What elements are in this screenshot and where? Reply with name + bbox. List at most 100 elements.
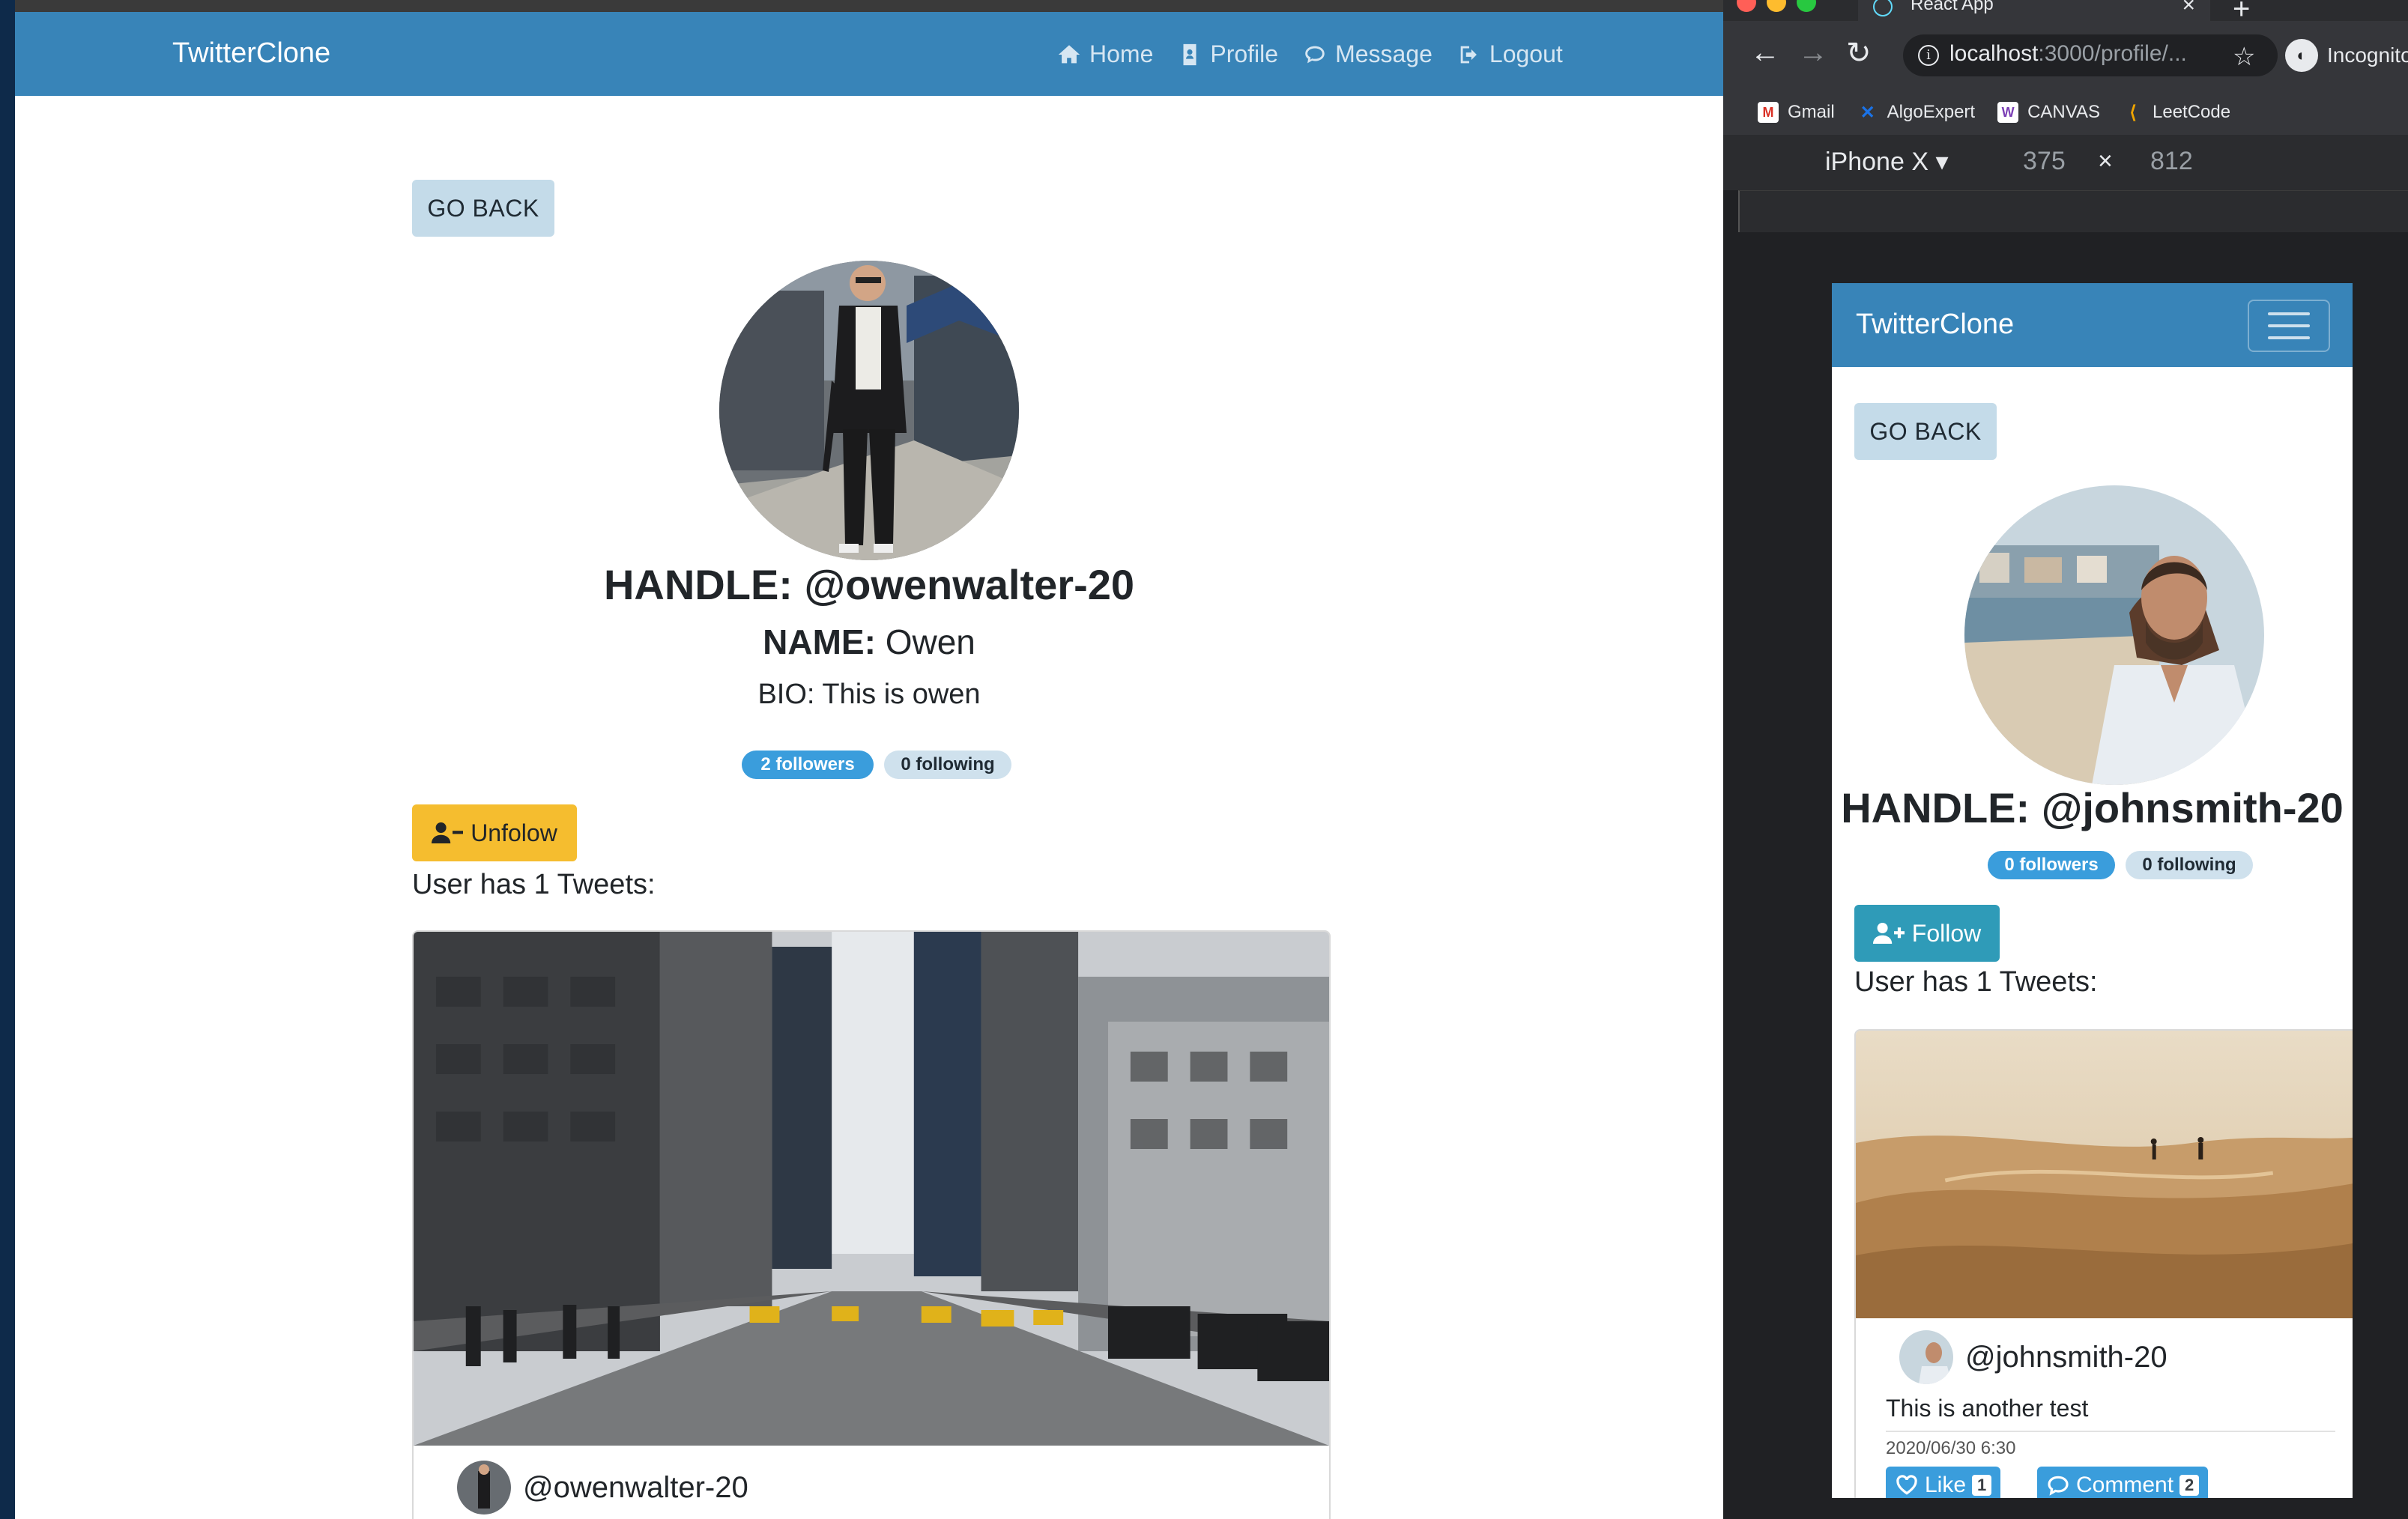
canvas-w-icon: W [1997,102,2019,123]
bookmark-algoexpert-label: AlgoExpert [1887,102,1976,122]
follow-button[interactable]: Follow [1854,905,2000,962]
browser-tab[interactable]: React App × [1858,0,2210,21]
emulator-bottom-bar [1723,1498,2408,1519]
bookmark-algoexpert[interactable]: ✕ AlgoExpert [1857,102,1975,123]
nav-profile-label: Profile [1210,40,1279,67]
browser-toolbar: ← → ↻ i localhost:3000/profile/... ☆ ◐ I… [1723,21,2408,90]
profile-handle: HANDLE: @owenwalter-20 [603,561,1135,608]
mobile-following-badge[interactable]: 0 following [2126,851,2253,879]
device-width[interactable]: 375 [2023,147,2066,176]
mobile-navbar: TwitterClone [1832,283,2353,367]
bookmark-leetcode[interactable]: ⟨ LeetCode [2123,102,2230,123]
comment-label: Comment [2076,1473,2174,1497]
following-badge[interactable]: 0 following [884,751,1011,779]
like-count: 1 [1972,1475,1992,1496]
address-bar[interactable]: i localhost:3000/profile/... [1903,34,2278,76]
user-plus-icon [1872,923,1905,944]
tab-bar: React App × + [1723,0,2408,25]
mobile-avatar-photo [1964,485,2264,785]
incognito-icon: ◐ [2285,39,2318,72]
device-toolbar: iPhone X ▾ 375 × 812 [1723,135,2408,190]
bookmark-leetcode-label: LeetCode [2153,102,2231,122]
comment-count: 2 [2179,1475,2200,1496]
bookmark-canvas[interactable]: W CANVAS [1997,102,2100,123]
heart-icon [1896,1475,1917,1495]
dimension-times: × [2098,147,2113,175]
mobile-tweet-author[interactable]: @johnsmith-20 [1899,1330,2167,1384]
mobile-tweet-image [1856,1031,2353,1318]
mobile-tweet-author-handle: @johnsmith-20 [1965,1340,2167,1374]
nav-home[interactable]: Home [1056,40,1153,68]
mobile-followers-badge[interactable]: 0 followers [1988,851,2115,879]
zoom-window-dot[interactable] [1797,0,1816,12]
navbar: TwitterClone Home Profile Message Logout [15,12,1723,96]
profile-name-value: Owen [885,622,975,661]
incognito-indicator[interactable]: ◐ Incognito [2285,39,2408,72]
avatar-photo [719,261,1019,560]
tweet-image [414,932,1329,1446]
mobile-tweet-author-avatar [1899,1330,1953,1384]
minimize-window-dot[interactable] [1767,0,1786,12]
bookmark-gmail-label: Gmail [1788,102,1835,122]
tweet-author[interactable]: @owenwalter-20 [457,1461,748,1515]
tweet-divider [1886,1431,2335,1432]
mobile-profile-handle: HANDLE: @johnsmith-20 [1841,784,2344,831]
comment-button[interactable]: Comment 2 [2037,1467,2209,1498]
tweet-text: This is another test [1886,1395,2089,1422]
leetcode-icon: ⟨ [2129,102,2137,123]
nav-logout[interactable]: Logout [1456,40,1563,68]
window-top-strip [15,0,1723,12]
unfollow-button[interactable]: Unfolow [412,804,577,861]
mobile-viewport: TwitterClone GO BACK HANDLE: @johnsmith-… [1832,283,2353,1498]
bookmark-gmail[interactable]: M Gmail [1758,102,1835,123]
nav-links: Home Profile Message Logout [1056,40,1563,68]
sign-out-icon [1460,46,1477,63]
nav-profile[interactable]: Profile [1177,40,1278,68]
unfollow-label: Unfolow [471,819,557,846]
chat-bubble-icon [1305,46,1325,63]
profile-name-label: NAME: [763,622,876,661]
nav-message[interactable]: Message [1302,40,1433,68]
device-height[interactable]: 812 [2150,147,2193,176]
back-arrow-icon[interactable]: ← [1750,36,1780,70]
followers-badge[interactable]: 2 followers [742,751,874,779]
bookmark-canvas-label: CANVAS [2027,102,2100,122]
brand-link[interactable]: TwitterClone [172,37,330,70]
nav-message-label: Message [1335,40,1433,67]
tweet-author-avatar [457,1461,511,1515]
comment-bubble-icon [2048,1476,2069,1496]
algoexpert-icon: ✕ [1860,102,1875,123]
react-icon [1873,0,1893,16]
mobile-tweet-card[interactable]: @johnsmith-20 This is another test 2020/… [1854,1029,2353,1498]
bookmark-star-icon[interactable]: ☆ [2233,42,2255,72]
close-window-dot[interactable] [1737,0,1756,12]
home-icon [1058,44,1080,63]
profile-bio: BIO: This is owen [757,679,981,710]
id-badge-icon [1183,43,1197,65]
mobile-profile-avatar [1964,485,2264,785]
mobile-brand-link[interactable]: TwitterClone [1856,309,2014,341]
tweet-card[interactable]: @owenwalter-20 [412,930,1331,1519]
user-minus-icon [432,822,464,843]
forward-arrow-icon[interactable]: → [1798,36,1828,70]
go-back-button[interactable]: GO BACK [412,180,554,237]
site-info-icon[interactable]: i [1918,45,1939,66]
url-path: :3000/profile/... [2038,41,2187,66]
tab-title: React App [1911,0,1994,14]
like-button[interactable]: Like 1 [1886,1467,2001,1498]
hamburger-menu-icon[interactable] [2248,300,2330,352]
tweet-count: User has 1 Tweets: [412,869,656,900]
incognito-label: Incognito [2327,43,2408,67]
close-tab-icon[interactable]: × [2182,0,2195,18]
desktop-browser-window: TwitterClone Home Profile Message Logout… [15,0,1723,1519]
nav-home-label: Home [1089,40,1154,67]
profile-avatar [719,261,1019,560]
follow-label: Follow [1911,919,1982,947]
url-host: localhost [1949,41,2039,66]
nav-logout-label: Logout [1489,40,1563,67]
reload-icon[interactable]: ↻ [1846,36,1872,70]
mobile-tweet-count: User has 1 Tweets: [1854,966,2098,998]
bookmarks-bar: M Gmail ✕ AlgoExpert W CANVAS ⟨ LeetCode [1723,90,2408,135]
mobile-go-back-button[interactable]: GO BACK [1854,403,1997,460]
device-selector[interactable]: iPhone X ▾ [1825,147,1949,177]
